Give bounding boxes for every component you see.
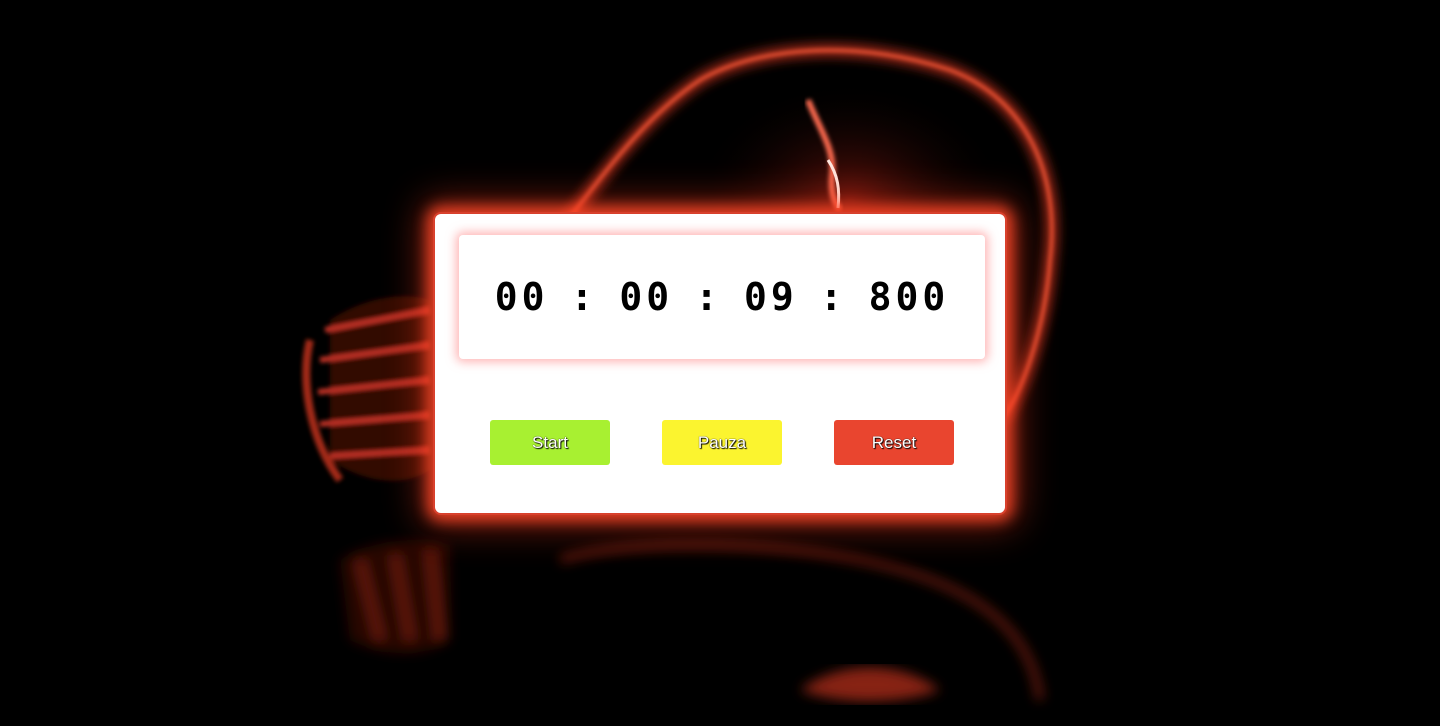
- reset-button[interactable]: Reset: [834, 420, 954, 465]
- pause-button[interactable]: Pauza: [662, 420, 782, 465]
- time-separator: :: [819, 275, 847, 319]
- time-separator: :: [695, 275, 722, 319]
- app-stage: 00 : 00 : 09 : 800 Start Pauza Reset: [0, 0, 1440, 726]
- minutes-value: 00: [619, 275, 674, 319]
- start-button-label: Start: [532, 432, 568, 452]
- seconds-value: 09: [744, 275, 798, 319]
- milliseconds-value: 800: [868, 275, 950, 319]
- timer-display: 00 : 00 : 09 : 800: [459, 235, 985, 359]
- hours-value: 00: [494, 275, 549, 319]
- stopwatch-card: 00 : 00 : 09 : 800 Start Pauza Reset: [433, 212, 1007, 515]
- reset-button-label: Reset: [871, 432, 917, 452]
- time-separator: :: [570, 275, 598, 319]
- pause-button-label: Pauza: [697, 432, 747, 452]
- start-button[interactable]: Start: [490, 420, 610, 465]
